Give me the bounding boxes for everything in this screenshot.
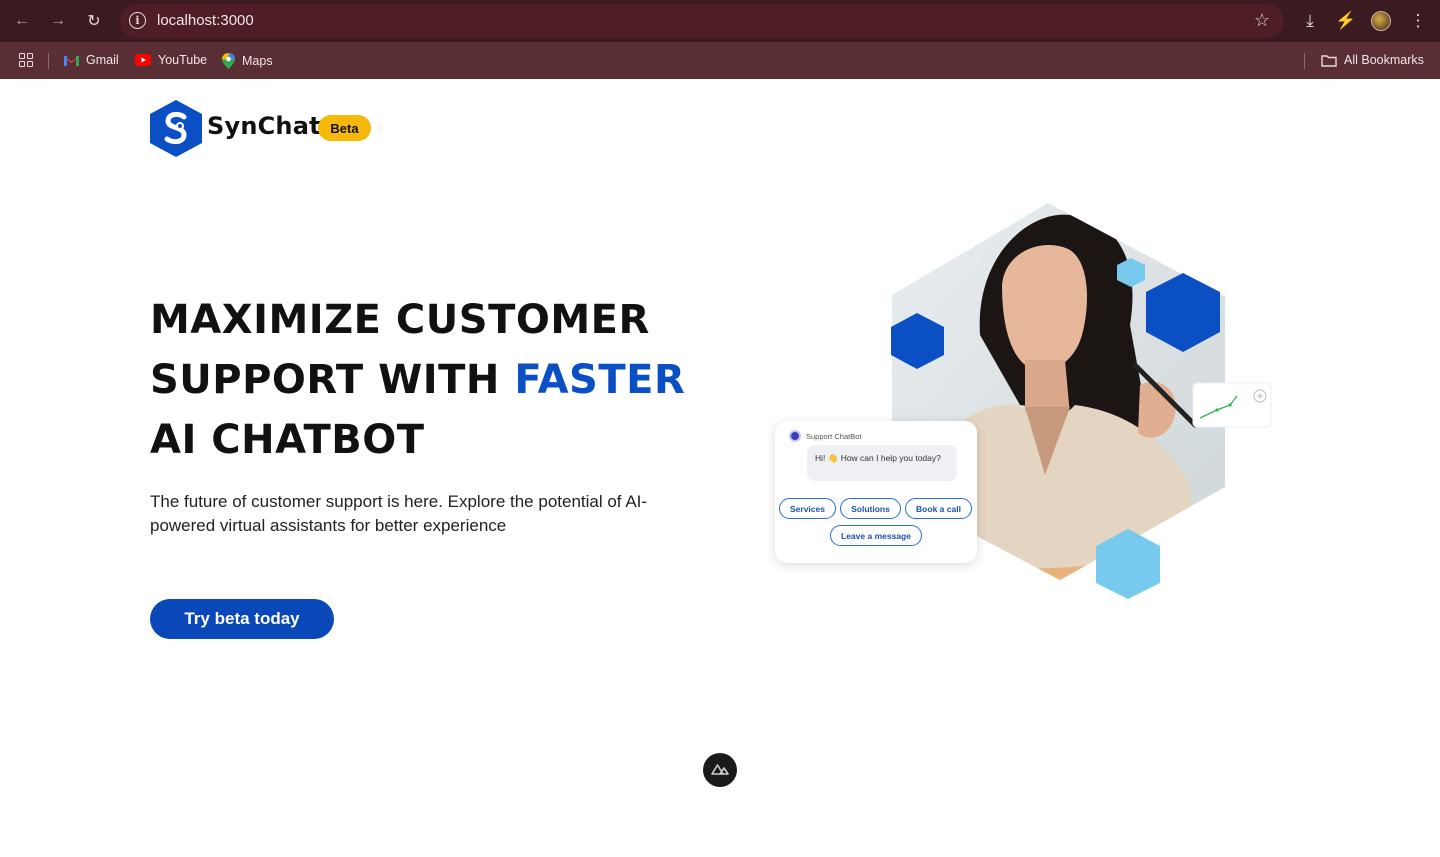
bookmark-maps[interactable]: Maps [222,53,273,69]
forward-icon[interactable]: → [46,9,70,33]
brand-name: SynChat [207,112,321,140]
hero-headline: MAXIMIZE CUSTOMER SUPPORT WITH FASTER AI… [150,290,750,470]
synchat-logo-icon[interactable] [150,100,202,157]
chatbot-header: Support ChatBot [789,430,861,442]
chatbot-widget: Support ChatBot Hi! 👋 How can I help you… [775,421,977,563]
headline-line-1: MAXIMIZE CUSTOMER [150,297,650,343]
apps-grid-icon[interactable] [19,53,33,67]
headline-line-3: AI CHATBOT [150,417,425,463]
url-text[interactable]: localhost:3000 [157,12,254,29]
headline-line-2-prefix: SUPPORT WITH [150,357,515,403]
gmail-icon [64,55,79,66]
all-bookmarks-label: All Bookmarks [1344,53,1424,67]
nuxt-devtools-button[interactable] [703,753,737,787]
try-beta-button[interactable]: Try beta today [150,599,334,639]
address-bar[interactable]: i localhost:3000 ☆ [120,4,1284,38]
more-menu-icon[interactable]: ⋮ [1406,9,1430,33]
download-icon[interactable]: ⤓ [1298,9,1322,33]
bookmark-label: YouTube [158,53,208,67]
chip-services[interactable]: Services [779,498,836,519]
beta-badge: Beta [318,115,371,141]
profile-avatar[interactable] [1371,11,1391,31]
chip-solutions[interactable]: Solutions [840,498,901,519]
bookmark-label: Gmail [86,53,119,67]
youtube-icon [135,54,151,66]
chatbot-greeting: Hi! 👋 How can I help you today? [807,445,957,481]
chatbot-title: Support ChatBot [806,431,862,441]
bookmarks-divider [48,53,49,69]
headline-line-2: SUPPORT WITH FASTER [150,350,750,410]
hero-subtext: The future of customer support is here. … [150,492,648,535]
maps-icon [222,53,235,69]
bookmarks-divider [1304,53,1305,69]
chip-book-a-call[interactable]: Book a call [905,498,972,519]
reload-icon[interactable]: ↻ [82,9,106,33]
bookmark-star-icon[interactable]: ☆ [1254,10,1270,31]
headline-accent: FASTER [514,357,686,403]
performance-icon[interactable]: ⚡ [1334,9,1358,33]
back-icon[interactable]: ← [10,9,34,33]
mini-chart-card [1192,382,1272,428]
bookmarks-bar: Gmail YouTube Maps All Bookmarks [0,42,1440,79]
folder-icon [1321,54,1337,67]
bookmark-youtube[interactable]: YouTube [135,53,207,67]
all-bookmarks-button[interactable]: All Bookmarks [1321,53,1424,67]
site-info-icon[interactable]: i [129,12,146,29]
chip-leave-a-message[interactable]: Leave a message [830,525,922,546]
browser-toolbar: ← → ↻ i localhost:3000 ☆ ⤓ ⚡ ⋮ [0,0,1440,42]
chatbot-avatar-icon [789,430,801,442]
nuxt-logo-icon [711,764,729,775]
bookmark-label: Maps [242,54,273,68]
bookmark-gmail[interactable]: Gmail [64,53,119,67]
